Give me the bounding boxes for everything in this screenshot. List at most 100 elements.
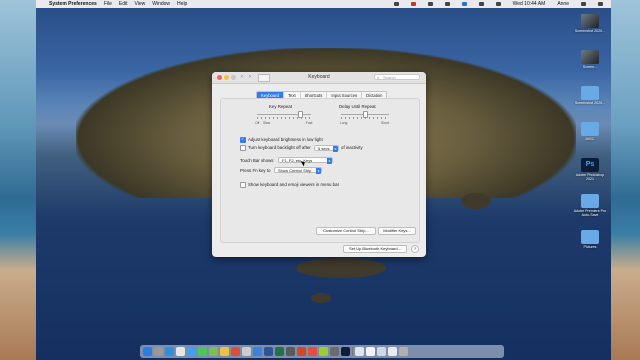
system-preferences-icon[interactable] [330, 347, 339, 356]
photos-icon[interactable] [220, 347, 229, 356]
chrome-icon[interactable] [176, 347, 185, 356]
folder-icon [581, 230, 599, 244]
key-repeat-fast-label: Fast [306, 121, 313, 125]
folder-icon [581, 86, 599, 100]
left-beach-wallpaper [0, 0, 36, 360]
chevron-updown-icon: ⇅ [333, 146, 338, 152]
backlight-timeout-select[interactable]: 5 secs ⇅ [314, 145, 339, 152]
document-stack-icon[interactable] [377, 347, 386, 356]
battery-icon[interactable] [495, 2, 501, 6]
press-fn-value: Show Control Strip [278, 168, 312, 173]
calendar-icon[interactable] [231, 347, 240, 356]
rock-graphic [311, 293, 331, 303]
status-icon[interactable] [393, 2, 399, 6]
adjust-brightness-label: Adjust keyboard brightness in low light [248, 137, 323, 142]
show-viewers-label: Show keyboard and emoji viewers in menu … [248, 182, 340, 187]
app-icon[interactable] [319, 347, 328, 356]
acrobat-icon[interactable] [308, 347, 317, 356]
app-menu[interactable]: System Preferences [49, 1, 97, 7]
mail-icon[interactable] [187, 347, 196, 356]
backlight-off-checkbox[interactable] [240, 145, 246, 151]
user-menu[interactable]: Anne [557, 1, 569, 7]
dock [140, 345, 504, 358]
wifi-icon[interactable] [478, 2, 484, 6]
key-repeat-label: Key Repeat [269, 104, 292, 109]
folder-icon [581, 122, 599, 136]
modifier-keys-button[interactable]: Modifier Keys... [378, 227, 416, 235]
powerpoint-icon[interactable] [297, 347, 306, 356]
status-icon[interactable] [461, 2, 467, 6]
trash-icon[interactable] [399, 347, 408, 356]
customize-control-strip-button[interactable]: Customize Control Strip... [316, 227, 376, 235]
delay-until-repeat-label: Delay Until Repeat [339, 104, 376, 109]
key-repeat-off-label: Off [255, 121, 260, 125]
excel-icon[interactable] [275, 347, 284, 356]
status-icon[interactable] [427, 2, 433, 6]
desktop-icon-screen[interactable]: Screen... [572, 50, 608, 69]
keyboard-panel: Key Repeat Off Slow Fast Delay Until Rep… [220, 98, 420, 243]
setup-bluetooth-keyboard-button[interactable]: Set Up Bluetooth Keyboard... [343, 245, 407, 253]
menu-window[interactable]: Window [152, 1, 170, 7]
document-stack-icon[interactable] [388, 347, 397, 356]
inactivity-label: of inactivity [341, 145, 363, 150]
window-titlebar[interactable]: ‹ › Keyboard ⌕ Search [212, 72, 426, 84]
key-repeat-slow-label: Slow [263, 121, 271, 125]
finder-icon[interactable] [143, 347, 152, 356]
desktop-icon-screenshot[interactable]: Screenshot 2020... [572, 14, 608, 33]
right-beach-wallpaper [611, 0, 640, 360]
chevron-updown-icon: ⇅ [327, 158, 332, 164]
image-thumbnail-icon [581, 14, 599, 28]
record-icon[interactable] [410, 2, 416, 6]
menu-help[interactable]: Help [177, 1, 187, 7]
desktop-icon-folder[interactable]: Screenshot 2020... [572, 86, 608, 105]
search-placeholder: Search [383, 75, 396, 80]
desktop-icon-photoshop[interactable]: Ps Adobe Photoshop 2021 [572, 158, 608, 181]
chevron-updown-icon: ⇅ [316, 168, 321, 174]
document-stack-icon[interactable] [366, 347, 375, 356]
touch-bar-shows-value: F1, F2, etc. Keys [282, 158, 313, 163]
folder-icon [581, 194, 599, 208]
adjust-brightness-checkbox[interactable] [240, 136, 246, 143]
downloads-stack-icon[interactable] [355, 347, 364, 356]
control-center-icon[interactable] [598, 2, 603, 6]
menu-bar: System Preferences File Edit View Window… [36, 0, 611, 8]
desktop-icon-misc[interactable]: MISC [572, 122, 608, 141]
photoshop-dock-icon[interactable] [341, 347, 350, 356]
touch-bar-shows-select[interactable]: F1, F2, etc. Keys ⇅ [278, 157, 333, 164]
menu-view[interactable]: View [135, 1, 146, 7]
maps-icon[interactable] [209, 347, 218, 356]
word-icon[interactable] [264, 347, 273, 356]
contacts-icon[interactable] [242, 347, 251, 356]
launchpad-icon[interactable] [154, 347, 163, 356]
image-thumbnail-icon [581, 50, 599, 64]
press-fn-label: Press Fn key to [240, 168, 271, 173]
search-field[interactable]: ⌕ Search [374, 74, 420, 80]
rock-graphic [461, 193, 491, 209]
photoshop-icon: Ps [581, 158, 599, 172]
delay-long-label: Long [340, 121, 348, 125]
press-fn-select[interactable]: Show Control Strip ⇅ [274, 167, 322, 174]
status-area: Wed 10:44 AM Anne [387, 0, 603, 8]
messages-icon[interactable] [198, 347, 207, 356]
app-store-icon[interactable] [253, 347, 262, 356]
key-repeat-ticks [257, 117, 311, 119]
status-icon[interactable] [444, 2, 450, 6]
app-icon[interactable] [286, 347, 295, 356]
rock-graphic [296, 258, 386, 278]
touch-bar-shows-label: Touch Bar shows [240, 158, 274, 163]
delay-short-label: Short [381, 121, 389, 125]
menu-edit[interactable]: Edit [119, 1, 128, 7]
help-button[interactable]: ? [411, 245, 419, 253]
show-viewers-checkbox[interactable] [240, 182, 246, 188]
backlight-off-label: Turn keyboard backlight off after [248, 145, 311, 150]
desktop-icon-pictures[interactable]: Pictures [572, 230, 608, 249]
clock[interactable]: Wed 10:44 AM [513, 1, 546, 7]
desktop-icon-premiere-autosave[interactable]: Adobe Premiere Pro Auto-Save [572, 194, 608, 217]
keyboard-preferences-window: ‹ › Keyboard ⌕ Search Keyboard Text Shor… [212, 72, 426, 257]
search-icon[interactable] [581, 2, 586, 6]
dock-separator [352, 347, 353, 356]
delay-until-repeat-ticks [341, 117, 389, 119]
menu-file[interactable]: File [104, 1, 112, 7]
search-icon: ⌕ [377, 75, 380, 80]
safari-icon[interactable] [165, 347, 174, 356]
